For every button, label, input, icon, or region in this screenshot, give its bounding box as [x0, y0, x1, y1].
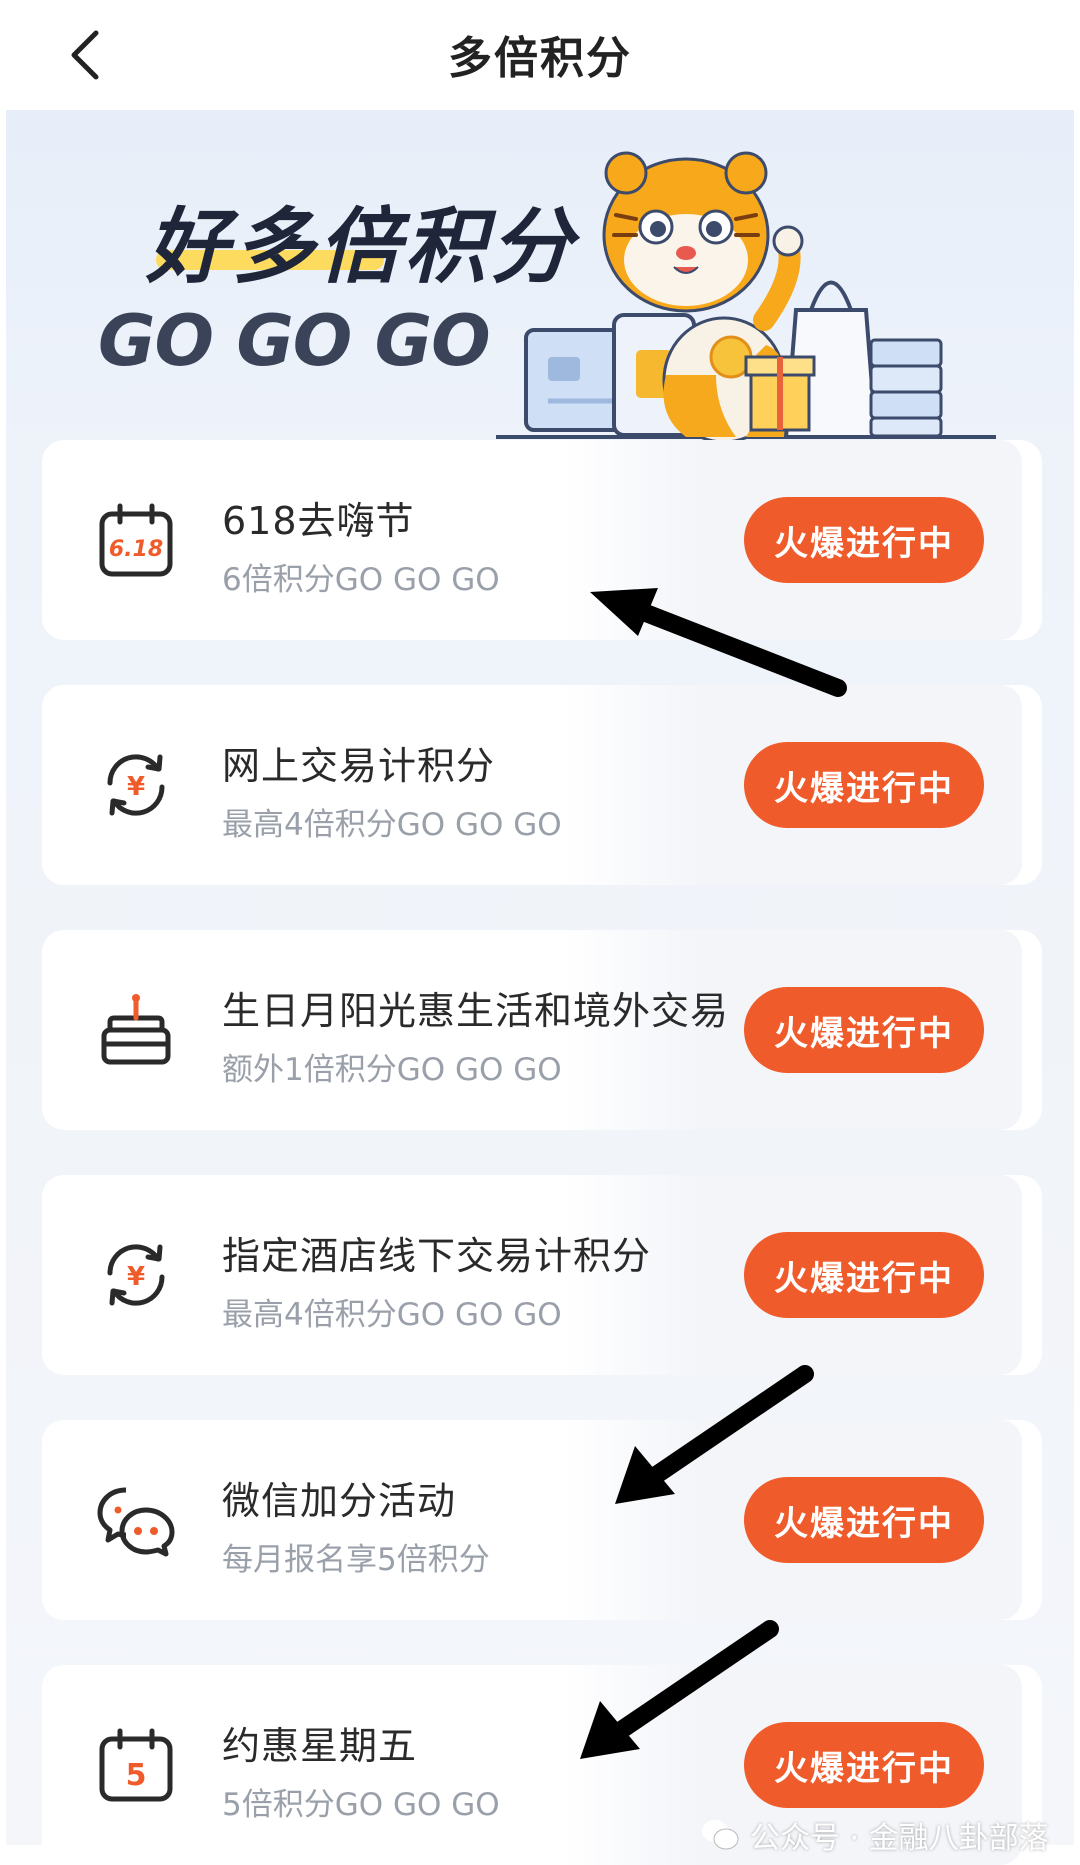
- activity-title: 生日月阳光惠生活和境外交易: [222, 989, 730, 1033]
- tiger-mascot-illustration: [496, 151, 996, 444]
- activity-subtitle: 额外1倍积分GO GO GO: [222, 1052, 562, 1088]
- activity-subtitle: 最高4倍积分GO GO GO: [222, 1297, 562, 1333]
- activity-subtitle: 每月报名享5倍积分: [222, 1542, 490, 1578]
- activity-title: 618去嗨节: [222, 499, 415, 543]
- activity-subtitle: 最高4倍积分GO GO GO: [222, 807, 562, 843]
- calendar-date-text: 5: [126, 1758, 147, 1793]
- calendar-date-text: 6.18: [109, 537, 163, 562]
- activity-title: 网上交易计积分: [222, 744, 496, 788]
- yuan-exchange-icon: ¥: [107, 754, 165, 816]
- activity-card[interactable]: ¥ 指定酒店线下交易计积分 最高4倍积分GO GO GO 火爆进行中: [42, 1175, 1042, 1375]
- calendar-5-icon: 5: [99, 1728, 173, 1802]
- wechat-chat-icon: [97, 1487, 175, 1557]
- status-button[interactable]: 火爆进行中: [744, 742, 984, 828]
- status-button[interactable]: 火爆进行中: [744, 987, 984, 1073]
- status-button[interactable]: 火爆进行中: [744, 1477, 984, 1563]
- status-button[interactable]: 火爆进行中: [744, 497, 984, 583]
- svg-text:¥: ¥: [127, 772, 145, 802]
- activity-card[interactable]: ¥ 网上交易计积分 最高4倍积分GO GO GO 火爆进行中: [42, 685, 1042, 885]
- activity-title: 指定酒店线下交易计积分: [222, 1234, 652, 1278]
- activity-title: 约惠星期五: [222, 1724, 418, 1768]
- hero-banner: 好多倍积分 GO GO GO: [6, 110, 1074, 444]
- navbar: 多倍积分: [0, 0, 1080, 110]
- hero-subtitle: GO GO GO: [98, 300, 491, 382]
- wechat-logo-icon: [702, 1820, 739, 1850]
- status-button[interactable]: 火爆进行中: [744, 1232, 984, 1318]
- activity-subtitle: 6倍积分GO GO GO: [222, 562, 500, 598]
- watermark-text: 公众号 · 金融八卦部落: [750, 1821, 1049, 1856]
- activity-subtitle: 5倍积分GO GO GO: [222, 1787, 500, 1823]
- activity-card[interactable]: 微信加分活动 每月报名享5倍积分 火爆进行中: [42, 1420, 1042, 1620]
- activity-card[interactable]: 6.18 618去嗨节 6倍积分GO GO GO 火爆进行中: [42, 440, 1042, 640]
- activity-title: 微信加分活动: [222, 1479, 457, 1523]
- page-title: 多倍积分: [448, 33, 632, 84]
- content-area: 好多倍积分 GO GO GO 6.18 618去嗨节 6倍积分GO GO GO …: [6, 110, 1074, 1865]
- calendar-618-icon: 6.18: [99, 503, 173, 577]
- birthday-cake-icon: [101, 994, 171, 1065]
- activity-card[interactable]: 生日月阳光惠生活和境外交易 额外1倍积分GO GO GO 火爆进行中: [42, 930, 1042, 1130]
- watermark: 公众号 · 金融八卦部落: [700, 1815, 1049, 1856]
- yuan-exchange-icon: ¥: [107, 1244, 165, 1306]
- svg-text:¥: ¥: [127, 1262, 145, 1292]
- status-button[interactable]: 火爆进行中: [744, 1722, 984, 1808]
